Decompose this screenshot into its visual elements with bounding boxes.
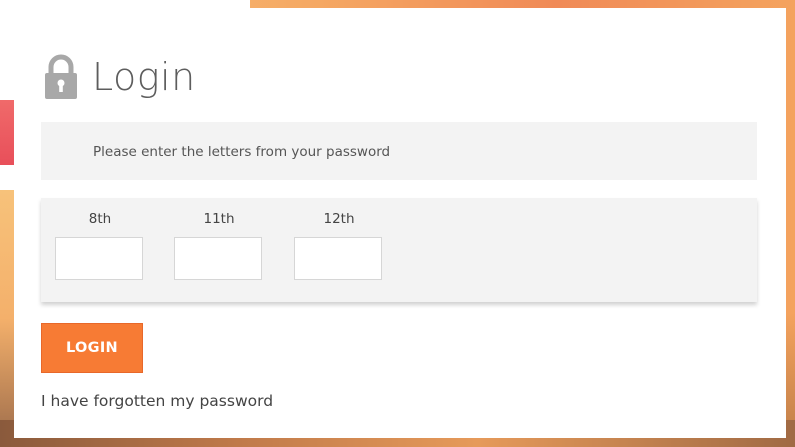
login-header: Login <box>44 52 196 102</box>
letter-input-8th[interactable] <box>55 237 143 280</box>
letter-label-11th: 11th <box>203 211 235 227</box>
page-title: Login <box>92 55 196 99</box>
forgot-password-link[interactable]: I have forgotten my password <box>41 392 273 410</box>
login-button[interactable]: LOGIN <box>41 323 143 373</box>
login-card: Login Please enter the letters from your… <box>14 8 786 438</box>
letter-label-8th: 8th <box>88 211 112 227</box>
letter-input-11th[interactable] <box>174 237 262 280</box>
instruction-panel: Please enter the letters from your passw… <box>41 122 757 180</box>
instruction-text: Please enter the letters from your passw… <box>93 144 391 160</box>
letter-input-12th[interactable] <box>294 237 382 280</box>
letter-field-12th: 12th <box>294 210 384 280</box>
letter-field-11th: 11th <box>174 210 264 280</box>
background-red-accent <box>0 100 14 165</box>
letter-field-8th: 8th <box>55 210 145 280</box>
lock-icon <box>45 54 77 99</box>
letter-label-12th: 12th <box>323 211 355 227</box>
background-left-orange <box>0 190 14 447</box>
password-letters-panel: 8th 11th 12th <box>41 198 757 302</box>
